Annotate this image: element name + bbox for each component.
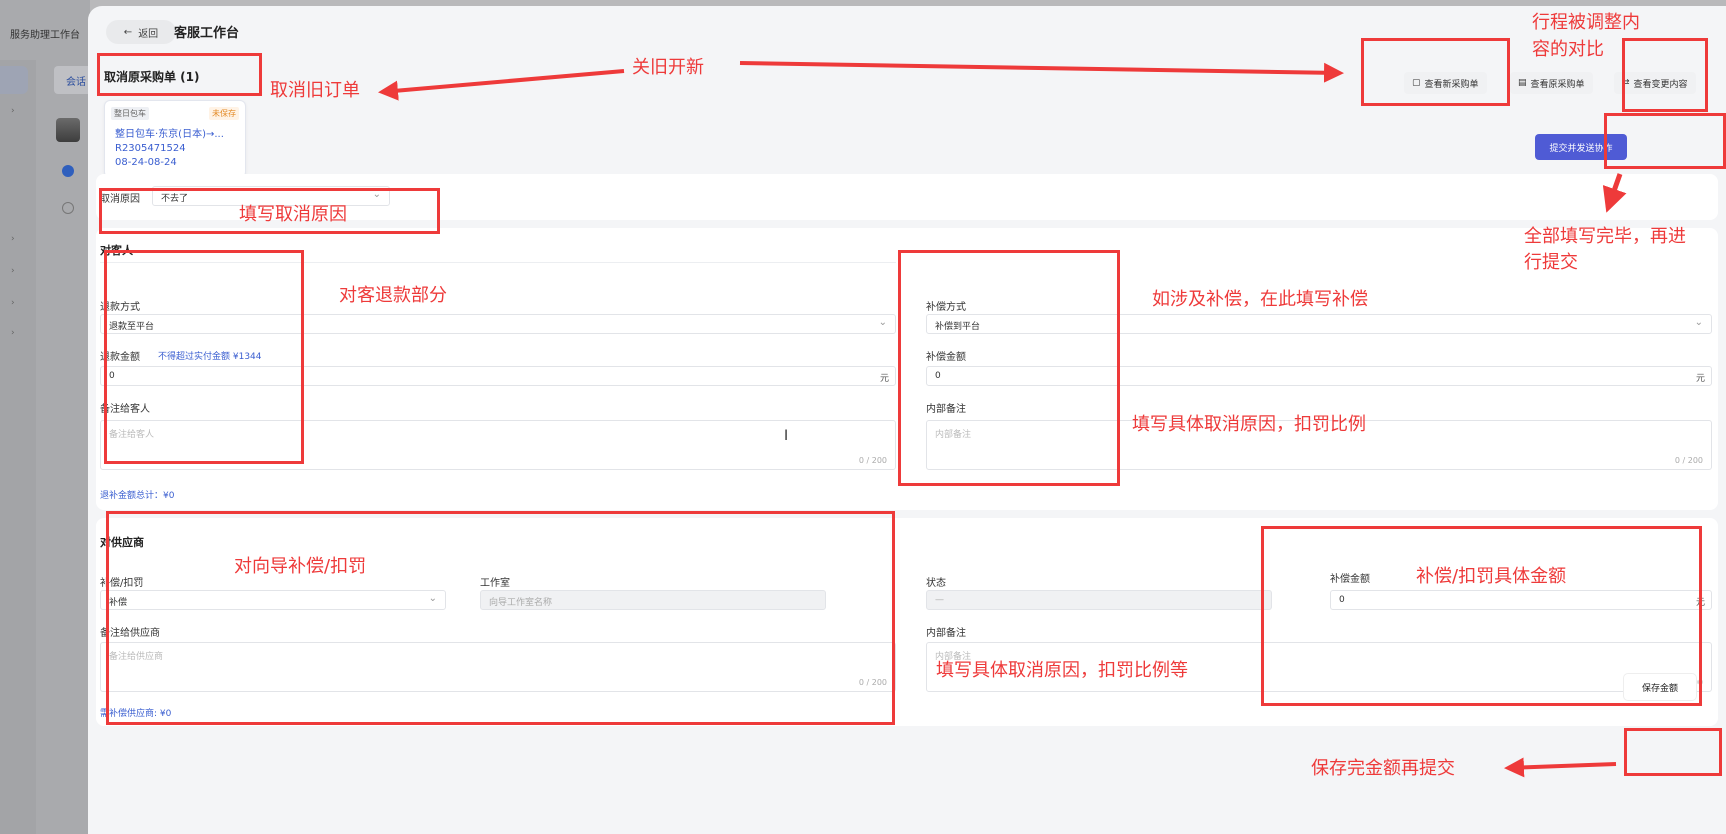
background-rail-active [0, 66, 28, 94]
char-counter: 0 / 200 [858, 456, 887, 465]
chevron-right-icon: › [11, 106, 15, 116]
char-counter: 0 / 200 [1674, 456, 1703, 465]
annotation-box-save [1624, 728, 1722, 776]
chevron-right-icon: › [11, 328, 15, 338]
order-dates: 08-24-08-24 [115, 157, 177, 168]
note-specific-reason: 填写具体取消原因，扣罚比例 [1132, 414, 1366, 435]
chevron-down-icon: ⌄ [1694, 317, 1703, 328]
background-tab: 会话 [54, 66, 90, 94]
annotation-box-cancel-title [97, 53, 262, 96]
note-compare-1: 行程被调整内 [1532, 12, 1640, 33]
note-specific-reason-etc: 填写具体取消原因，扣罚比例等 [936, 660, 1188, 681]
chevron-down-icon: ⌄ [878, 317, 887, 328]
annotation-box-compensation [898, 250, 1120, 486]
supplier-status-label: 状态 [926, 578, 946, 589]
annotation-box-submit [1604, 113, 1726, 169]
note-submit-1: 全部填写完毕，再进 [1524, 226, 1686, 247]
back-button[interactable]: ← 返回 [106, 20, 176, 44]
chevron-right-icon: › [11, 298, 15, 308]
note-save-then-submit: 保存完金额再提交 [1311, 758, 1455, 779]
chevron-right-icon: › [11, 234, 15, 244]
supplier-internal-label: 内部备注 [926, 628, 966, 639]
currency-unit: 元 [1695, 374, 1705, 384]
clock-icon [62, 202, 74, 214]
document-icon: ▤ [1518, 78, 1527, 88]
refund-total: 退补金额总计：¥0 [100, 491, 175, 501]
page-title: 客服工作台 [174, 26, 240, 41]
back-button-label: 返回 [138, 28, 159, 40]
note-fill-reason: 填写取消原因 [239, 204, 347, 225]
background-rail [0, 60, 36, 834]
background-app-title: 服务助理工作台 [10, 30, 80, 41]
annotation-box-supplier [106, 511, 895, 725]
note-compare-2: 容的对比 [1532, 39, 1604, 60]
supplier-status-value: — [935, 595, 944, 605]
order-tag: 整日包车 [111, 107, 149, 120]
order-name: 整日包车·东京(日本)→... [115, 129, 224, 140]
note-guide-comp: 对向导补偿/扣罚 [234, 556, 367, 577]
avatar [56, 118, 80, 142]
note-cancel-old-order: 取消旧订单 [270, 80, 360, 101]
order-card[interactable]: 整日包车 未保存 整日包车·东京(日本)→... R2305471524 08-… [104, 100, 246, 178]
currency-unit: 元 [879, 374, 889, 384]
chevron-right-icon: › [11, 266, 15, 276]
note-close-old-open-new: 关旧开新 [632, 57, 704, 78]
note-customer-refund: 对客退款部分 [339, 285, 447, 306]
chat-icon [62, 165, 74, 177]
annotation-box-view-changes [1622, 38, 1708, 112]
back-arrow-icon: ← [123, 26, 133, 38]
note-submit-2: 行提交 [1524, 252, 1578, 273]
view-original-order-label: 查看原采购单 [1530, 79, 1585, 90]
note-specific-amount: 补偿/扣罚具体金额 [1416, 566, 1567, 587]
order-status-badge: 未保存 [209, 107, 239, 120]
view-original-order-button[interactable]: ▤ 查看原采购单 [1510, 72, 1593, 94]
note-compensation: 如涉及补偿，在此填写补偿 [1152, 289, 1368, 310]
supplier-status-input: — [926, 590, 1272, 610]
annotation-box-view-new [1361, 38, 1510, 106]
order-number: R2305471524 [115, 143, 186, 154]
annotation-box-customer [104, 250, 304, 464]
cursor-icon: I [784, 428, 789, 444]
annotation-box-amount [1261, 526, 1702, 706]
